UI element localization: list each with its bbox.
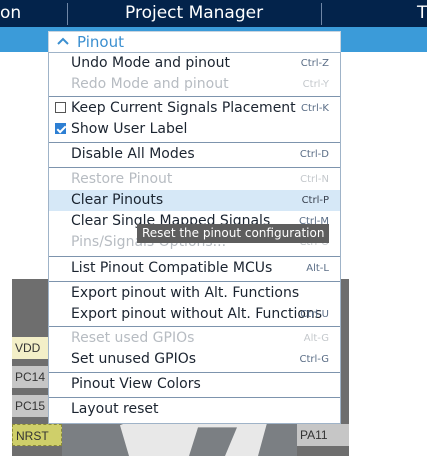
menu-divider [49, 281, 340, 282]
menu-divider [49, 397, 340, 398]
menu-item-label: List Pinout Compatible MCUs [71, 260, 273, 276]
menu-item-shortcut: Ctrl-Y [302, 79, 329, 90]
menu-item-shortcut: Ctrl-D [299, 149, 329, 160]
menu-item-label: Pinout View Colors [71, 376, 201, 392]
menu-item-set-unused-gpios[interactable]: Set unused GPIOs Ctrl-G [49, 349, 340, 370]
checkbox-checked-icon[interactable] [55, 123, 66, 134]
menu-divider [49, 142, 340, 143]
menu-item-label: Layout reset [71, 401, 159, 417]
menu-item-list-compatible-mcus[interactable]: List Pinout Compatible MCUs Alt-L [49, 258, 340, 279]
menu-divider [49, 372, 340, 373]
menu-divider [49, 167, 340, 168]
menu-divider [49, 96, 340, 97]
menu-item-label: Undo Mode and pinout [71, 55, 230, 71]
menu-item-label: Restore Pinout [71, 171, 173, 187]
menu-item-shortcut: Ctrl-K [301, 103, 329, 114]
menu-item-shortcut: Alt-G [303, 333, 329, 344]
pinout-menu-label: Pinout [77, 33, 124, 51]
menu-item-clear-pinouts[interactable]: Clear Pinouts Ctrl-P [49, 190, 340, 211]
checkbox-icon[interactable] [55, 102, 66, 113]
menu-item-undo[interactable]: Undo Mode and pinout Ctrl-Z [49, 53, 340, 74]
menu-item-shortcut: Alt-L [306, 263, 329, 274]
menu-item-shortcut: Ctrl-P [301, 195, 329, 206]
menu-item-redo: Redo Mode and pinout Ctrl-Y [49, 74, 340, 95]
menu-item-disable-all-modes[interactable]: Disable All Modes Ctrl-D [49, 144, 340, 165]
tab-separator [321, 3, 322, 25]
pin-nrst[interactable]: NRST [12, 424, 62, 446]
menu-item-keep-signals-placement[interactable]: Keep Current Signals Placement Ctrl-K [49, 98, 340, 119]
menu-item-label: Show User Label [71, 121, 188, 137]
tab-separator [67, 3, 68, 25]
pinout-menu-button[interactable]: Pinout [48, 31, 341, 53]
menu-item-export-without-alt[interactable]: Export pinout without Alt. Functions Ctr… [49, 304, 340, 325]
tab-tools[interactable]: T [417, 0, 427, 27]
tooltip: Reset the pinout configuration [137, 224, 330, 243]
menu-item-shortcut: Ctrl-U [300, 309, 329, 320]
tab-pinout-configuration[interactable]: on [0, 0, 21, 27]
menu-item-shortcut: Ctrl-Z [300, 58, 329, 69]
chevron-up-icon [57, 37, 69, 45]
menu-item-pinout-view-colors[interactable]: Pinout View Colors [49, 374, 340, 395]
menu-item-export-with-alt[interactable]: Export pinout with Alt. Functions [49, 283, 340, 304]
top-toolbar: on Project Manager T [0, 0, 427, 27]
menu-item-label: Export pinout without Alt. Functions [71, 306, 323, 322]
menu-divider [49, 326, 340, 327]
menu-item-label: Export pinout with Alt. Functions [71, 285, 300, 301]
tab-project-manager[interactable]: Project Manager [125, 0, 263, 27]
menu-item-label: Keep Current Signals Placement [71, 100, 296, 116]
menu-item-label: Disable All Modes [71, 146, 195, 162]
menu-item-reset-used-gpios: Reset used GPIOs Alt-G [49, 328, 340, 349]
menu-item-layout-reset[interactable]: Layout reset [49, 399, 340, 420]
pin-pa11[interactable]: PA11 [297, 424, 349, 446]
menu-item-label: Clear Pinouts [71, 192, 164, 208]
menu-item-label: Redo Mode and pinout [71, 76, 229, 92]
menu-item-label: Set unused GPIOs [71, 351, 197, 367]
menu-item-shortcut: Ctrl-N [300, 174, 329, 185]
menu-item-restore-pinout: Restore Pinout Ctrl-N [49, 169, 340, 190]
menu-item-show-user-label[interactable]: Show User Label [49, 119, 340, 140]
menu-item-label: Reset used GPIOs [71, 330, 195, 346]
menu-item-shortcut: Ctrl-G [299, 354, 329, 365]
menu-divider [49, 256, 340, 257]
